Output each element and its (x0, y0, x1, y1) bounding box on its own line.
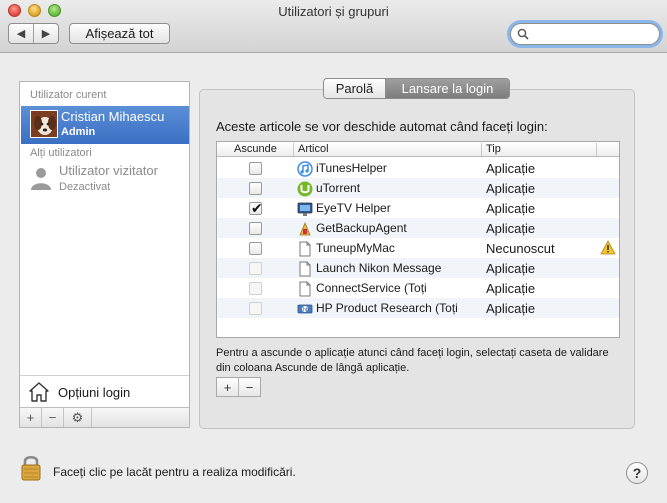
dog-avatar-icon (31, 111, 57, 137)
column-divider (481, 143, 482, 156)
login-item-type: Aplicație (486, 221, 536, 236)
tab-bar: Parolă Lansare la login (323, 78, 510, 99)
users-sidebar: Utilizator curent Cristian Mihaescu Admi… (19, 81, 190, 428)
utorrent-icon (297, 181, 313, 197)
hide-checkbox[interactable] (249, 182, 262, 195)
tab-login-items[interactable]: Lansare la login (386, 79, 509, 98)
login-item-name: HP Product Research (Toți (316, 301, 458, 315)
hide-checkbox (249, 262, 262, 275)
itunes-icon (297, 161, 313, 177)
login-item-type: Aplicație (486, 261, 536, 276)
table-row[interactable]: Launch Nikon Message Aplicație (217, 258, 619, 278)
current-user-role: Admin (61, 126, 96, 138)
show-all-button[interactable]: Afișează tot (69, 23, 170, 44)
hide-checkbox[interactable] (249, 162, 262, 175)
column-header-type[interactable]: Tip (486, 143, 501, 155)
login-item-type: Aplicație (486, 281, 536, 296)
forward-button[interactable]: ▶ (34, 24, 58, 43)
column-divider (293, 143, 294, 156)
table-header: Ascunde Articol Tip (217, 142, 619, 157)
warning-icon[interactable] (600, 240, 616, 255)
login-options-item[interactable]: Opțiuni login (20, 375, 189, 407)
login-items-intro: Aceste articole se vor deschide automat … (216, 119, 548, 134)
login-item-type: Aplicație (486, 181, 536, 196)
login-item-type: Aplicație (486, 161, 536, 176)
users-groups-window: Utilizatori și grupuri ◀ ▶ Afișează tot … (0, 0, 667, 503)
login-item-name: GetBackupAgent (316, 221, 407, 235)
eyetv-icon (297, 202, 313, 216)
window-title: Utilizatori și grupuri (278, 4, 389, 19)
home-icon (29, 382, 49, 402)
guest-user-state: Dezactivat (59, 181, 111, 193)
user-avatar (30, 110, 58, 138)
hide-checkbox (249, 302, 262, 315)
login-item-name: iTunesHelper (316, 161, 387, 175)
column-divider (596, 143, 597, 156)
current-user-name: Cristian Mihaescu (61, 109, 165, 124)
login-items-table: Ascunde Articol Tip iTunesHelper Aplicați… (216, 141, 620, 338)
remove-login-item-button[interactable]: − (239, 378, 260, 396)
other-users-header: Alți utilizatori (30, 147, 92, 159)
login-options-label: Opțiuni login (58, 385, 131, 400)
login-item-type: Aplicație (486, 301, 536, 316)
document-icon (299, 241, 311, 257)
hide-checkbox (249, 282, 262, 295)
checkmark-icon: ✔ (251, 200, 263, 216)
sidebar-toolbar: + − ⚙ (20, 407, 189, 427)
guest-user-icon (31, 168, 51, 190)
tab-password[interactable]: Parolă (324, 79, 386, 98)
login-item-type: Aplicație (486, 201, 536, 216)
lock-instruction-text: Faceți clic pe lacăt pentru a realiza mo… (53, 465, 296, 479)
hide-checkbox[interactable] (249, 242, 262, 255)
search-icon (517, 28, 529, 40)
back-button[interactable]: ◀ (9, 24, 34, 43)
login-items-add-remove: + − (216, 377, 261, 397)
current-user-header: Utilizator curent (30, 89, 107, 101)
table-row[interactable]: ConnectService (Toți Aplicație (217, 278, 619, 298)
hide-hint-text: Pentru a ascunde o aplicație atunci când… (216, 347, 609, 374)
gear-menu-button[interactable]: ⚙ (64, 408, 92, 427)
add-user-button[interactable]: + (20, 408, 42, 427)
guest-user-name: Utilizator vizitator (59, 163, 158, 178)
login-item-name: ConnectService (Toți (316, 281, 427, 295)
hide-checkbox[interactable]: ✔ (249, 200, 263, 216)
lock-icon[interactable] (20, 453, 42, 481)
add-login-item-button[interactable]: + (217, 378, 239, 396)
table-row[interactable]: ✔ EyeTV Helper Aplicație (217, 198, 619, 218)
help-button[interactable]: ? (626, 462, 648, 484)
hp-icon: hp (297, 304, 313, 314)
sidebar-item-current-user[interactable]: Cristian Mihaescu Admin (21, 106, 189, 144)
login-item-name: EyeTV Helper (316, 201, 391, 215)
svg-text:hp: hp (303, 307, 309, 313)
getbackup-icon (299, 221, 311, 236)
document-icon (299, 261, 311, 277)
back-forward-control: ◀ ▶ (8, 23, 59, 44)
table-row[interactable]: iTunesHelper Aplicație (217, 158, 619, 178)
sidebar-item-guest-user[interactable]: Utilizator vizitator Dezactivat (21, 162, 189, 196)
column-header-item[interactable]: Articol (298, 143, 329, 155)
column-header-hide[interactable]: Ascunde (234, 143, 277, 155)
table-row[interactable]: GetBackupAgent Aplicație (217, 218, 619, 238)
search-input[interactable] (533, 26, 653, 42)
login-item-name: Launch Nikon Message (316, 261, 442, 275)
table-row[interactable]: TuneupMyMac Necunoscut (217, 238, 619, 258)
document-icon (299, 281, 311, 297)
title-bar: Utilizatori și grupuri ◀ ▶ Afișează tot (0, 0, 667, 53)
login-item-type: Necunoscut (486, 241, 555, 256)
remove-user-button[interactable]: − (42, 408, 64, 427)
login-item-name: uTorrent (316, 181, 361, 195)
hide-checkbox[interactable] (249, 222, 262, 235)
table-row[interactable]: hp HP Product Research (Toți Aplicație (217, 298, 619, 318)
table-row[interactable]: uTorrent Aplicație (217, 178, 619, 198)
search-field[interactable] (510, 23, 660, 45)
login-item-name: TuneupMyMac (316, 241, 395, 255)
